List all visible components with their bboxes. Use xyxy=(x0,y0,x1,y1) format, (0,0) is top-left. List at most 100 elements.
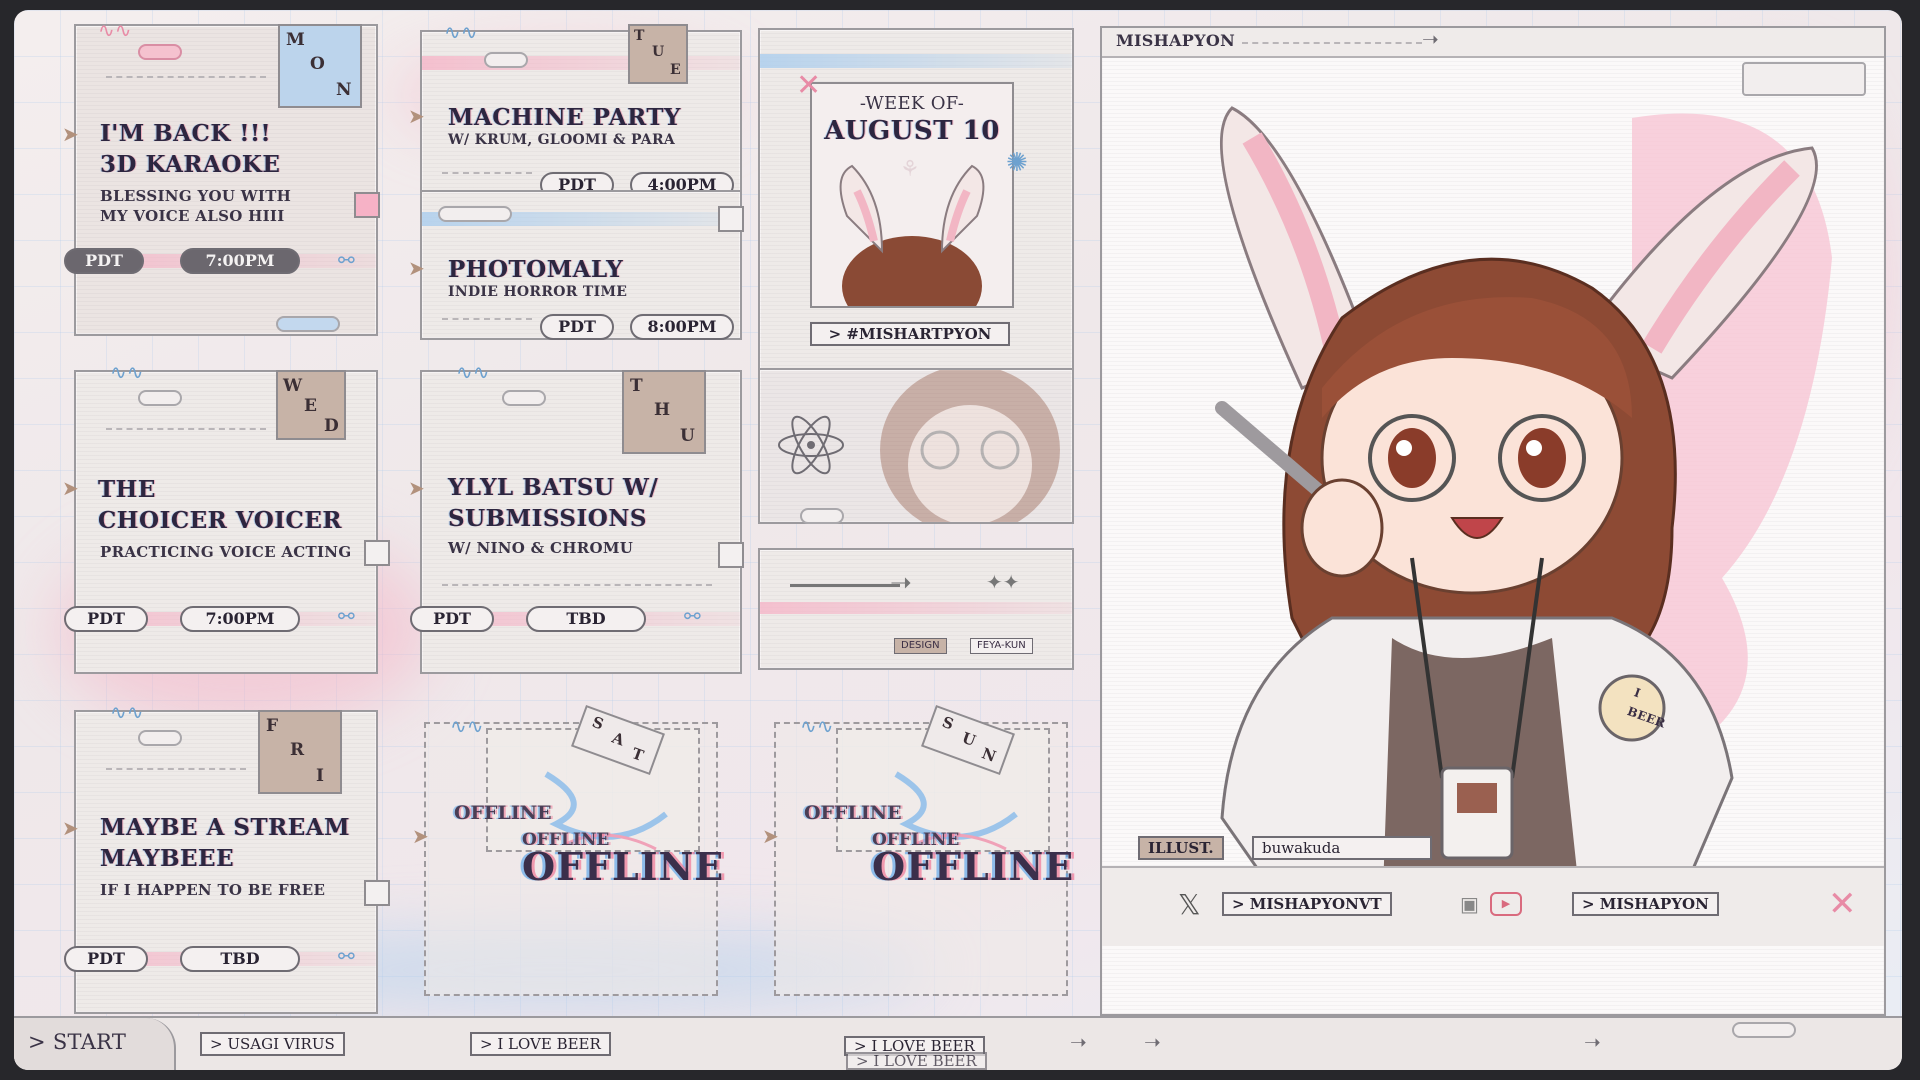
youtube-icon[interactable]: ▶ xyxy=(1490,892,1522,916)
day-letter: T xyxy=(629,744,647,766)
twitter-handle[interactable]: > MISHAPYONVT xyxy=(1222,892,1392,916)
status-text: OFFLINE xyxy=(522,844,725,889)
week-label: -WEEK OF- xyxy=(859,93,965,114)
arrow-line xyxy=(790,584,900,587)
pointer-icon: ➤ xyxy=(62,122,79,146)
close-icon[interactable]: ✕ xyxy=(1828,884,1857,924)
day-letter: D xyxy=(324,416,339,436)
day-label-monday: M O N xyxy=(278,24,362,108)
x-logo-icon[interactable]: 𝕏 xyxy=(1178,888,1201,921)
squiggle-icon: ∿∿ xyxy=(800,714,834,738)
stream-title: YLYL BATSU W/SUBMISSIONS xyxy=(448,474,659,532)
art-window: MISHAPYON ➝ I BEER ILLUST. buwakuda 𝕏 > … xyxy=(1100,26,1886,1016)
timezone-badge: PDT xyxy=(540,314,614,340)
corner-square xyxy=(364,880,390,906)
twitch-icon[interactable]: ▣ xyxy=(1460,892,1479,916)
day-letter: N xyxy=(336,80,352,100)
start-label: > START xyxy=(28,1030,127,1054)
day-card-sunday: S U N OFFLINE OFFLINE OFFLINE ➤ ∿∿ xyxy=(762,704,1073,996)
squiggle-icon: ∿∿ xyxy=(98,18,132,42)
squiggle-icon: ∿∿ xyxy=(110,360,144,384)
stream-subtitle: BLESSING YOU WITH MY VOICE ALSO HIII xyxy=(100,187,292,225)
week-portrait-frame: -WEEK OF- AUGUST 10 ⚘ xyxy=(810,82,1014,308)
card-tab xyxy=(502,390,546,406)
taskbar-tab xyxy=(1732,1022,1796,1038)
taskbar-item[interactable]: > I LOVE BEER xyxy=(846,1052,987,1070)
day-letter: U xyxy=(959,728,979,750)
portrait-card xyxy=(758,368,1074,524)
corner-square xyxy=(718,542,744,568)
timezone-badge: PDT xyxy=(64,606,148,632)
day-card-tuesday: T U E ➤ MACHINE PARTY W/ KRUM, GLOOMI & … xyxy=(408,24,742,198)
day-card-thursday: T H U ➤ YLYL BATSU W/SUBMISSIONS W/ NINO… xyxy=(408,370,744,674)
arrow-right-icon: ➝ xyxy=(1584,1030,1601,1054)
illustrator-name: buwakuda xyxy=(1252,836,1432,860)
taskbar: > START > USAGI VIRUS > I LOVE BEER > I … xyxy=(14,1016,1902,1070)
squiggle-icon: ∿∿ xyxy=(110,700,144,724)
time-badge: 8:00PM xyxy=(630,314,734,340)
day-letter: F xyxy=(266,716,279,736)
day-letter: T xyxy=(630,376,643,396)
time-badge: 7:00PM xyxy=(180,248,300,274)
taskbar-item[interactable]: > I LOVE BEER xyxy=(470,1032,611,1056)
day-letter: E xyxy=(670,62,681,78)
day-letter: O xyxy=(310,54,325,74)
time-badge: TBD xyxy=(526,606,646,632)
designer-name: FEYA-KUN xyxy=(970,638,1033,654)
pink-stripe xyxy=(760,602,1072,614)
stream-title: MACHINE PARTY xyxy=(448,104,681,131)
divider xyxy=(1242,42,1422,44)
day-label-tuesday: T U E xyxy=(628,24,688,84)
gear-icon: ✺ xyxy=(1006,148,1028,178)
corner-square xyxy=(718,206,744,232)
timezone-badge: PDT xyxy=(64,946,148,972)
stream-subtitle: W/ NINO & CHROMU xyxy=(448,539,634,557)
chain-icon: ⚯ xyxy=(684,604,701,628)
divider xyxy=(106,76,266,78)
start-button[interactable]: > START xyxy=(14,1018,176,1070)
pointer-icon: ➤ xyxy=(408,476,425,500)
time-badge: TBD xyxy=(180,946,300,972)
divider xyxy=(106,428,266,430)
divider xyxy=(442,318,532,320)
x-mark-icon: ✕ xyxy=(796,68,822,103)
day-letter: S xyxy=(939,712,957,734)
day-letter: U xyxy=(652,44,665,60)
card-tab xyxy=(138,390,182,406)
svg-text:⚘: ⚘ xyxy=(900,157,920,182)
atom-icon xyxy=(778,415,844,475)
day-letter: U xyxy=(680,426,695,446)
character-illustration xyxy=(1215,106,1832,918)
day-card-monday: M O N ➤ I'M BACK !!! 3D KARAOKE BLESSING … xyxy=(62,24,380,336)
twitch-youtube-handle[interactable]: > MISHAPYON xyxy=(1572,892,1719,916)
timezone-badge: PDT xyxy=(410,606,494,632)
day-letter: A xyxy=(609,728,627,750)
stream-card-photomaly: ➤ PHOTOMALY INDIE HORROR TIME PDT 8:00PM xyxy=(408,190,744,340)
status-text-small: OFFLINE xyxy=(454,802,552,824)
pointer-icon: ➤ xyxy=(762,824,779,848)
stream-subtitle: IF I HAPPEN TO BE FREE xyxy=(100,881,326,899)
card-tab xyxy=(800,508,844,524)
day-letter: R xyxy=(290,740,305,760)
bunny-ears-illustration: ⚘ xyxy=(839,157,985,306)
status-text: OFFLINE xyxy=(872,844,1075,889)
card-tab xyxy=(138,730,182,746)
stream-title: PHOTOMALY xyxy=(448,256,624,283)
week-date: AUGUST 10 xyxy=(824,116,1000,146)
day-card-friday: F R I ➤ MAYBE A STREAM MAYBEEE IF I HAPPE… xyxy=(62,710,390,1014)
blue-stripe xyxy=(760,54,1072,68)
day-letter: E xyxy=(304,396,317,416)
card-tab xyxy=(138,44,182,60)
day-letter: S xyxy=(589,712,607,734)
stream-title: THE CHOICER VOICER xyxy=(98,476,342,534)
corner-square xyxy=(364,540,390,566)
day-card-wednesday: W E D ➤ THE CHOICER VOICER PRACTICING VOI… xyxy=(62,370,390,674)
pointer-icon: ➤ xyxy=(62,816,79,840)
taskbar-item[interactable]: > USAGI VIRUS xyxy=(200,1032,345,1056)
window-title: MISHAPYON xyxy=(1116,31,1235,50)
squiggle-icon: ∿∿ xyxy=(444,20,478,44)
stream-title: MAYBE A STREAM MAYBEEE xyxy=(100,814,351,872)
arrow-right-icon: ➝ xyxy=(1144,1030,1161,1054)
pointer-icon: ➤ xyxy=(408,256,425,280)
day-letter: W xyxy=(283,376,303,396)
